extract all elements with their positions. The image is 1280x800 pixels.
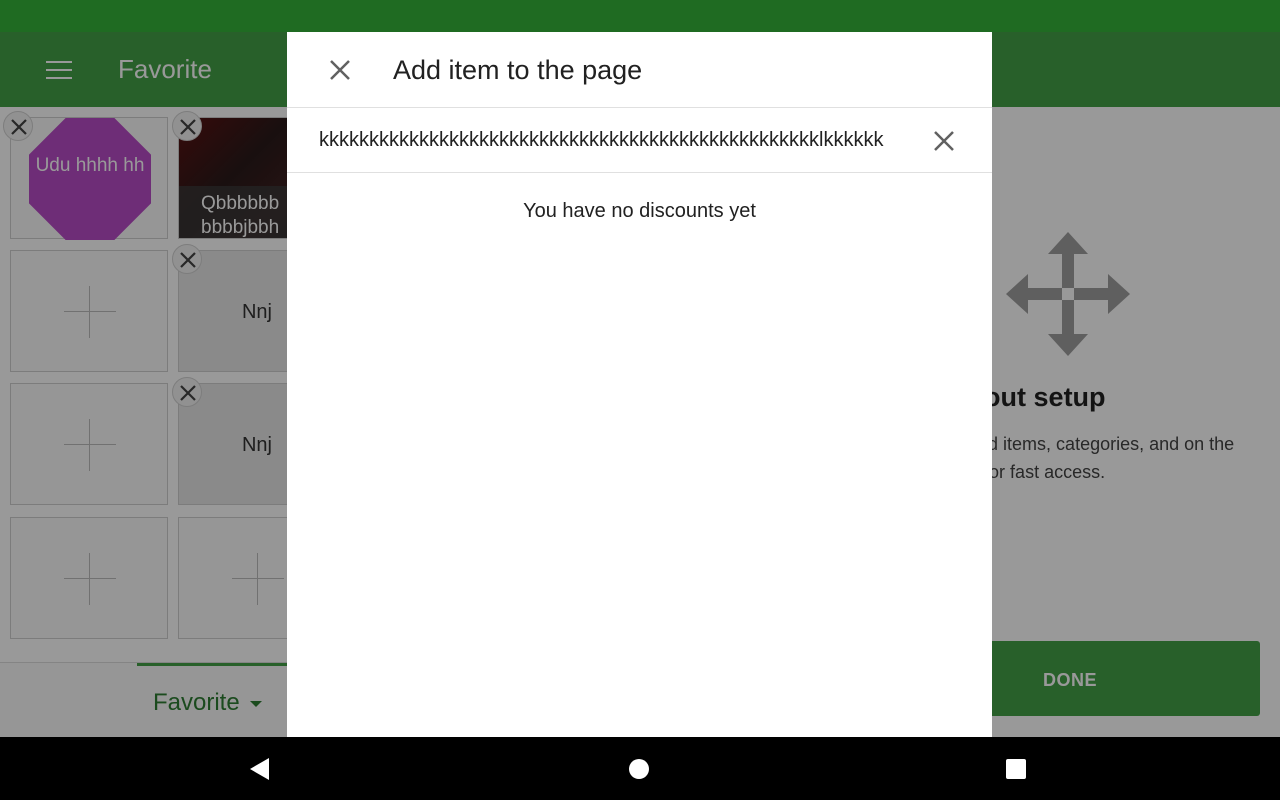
- search-input[interactable]: [319, 126, 909, 154]
- add-item-dialog: Add item to the page You have no discoun…: [287, 32, 992, 737]
- search-row: [287, 108, 992, 173]
- empty-state-message: You have no discounts yet: [523, 200, 756, 222]
- dialog-header: Add item to the page: [287, 32, 992, 108]
- dialog-title: Add item to the page: [393, 55, 643, 85]
- clear-search-button[interactable]: [931, 128, 957, 154]
- system-nav-bar: [0, 737, 1280, 800]
- home-icon[interactable]: [629, 759, 649, 779]
- recents-icon[interactable]: [1006, 759, 1026, 779]
- close-dialog-button[interactable]: [327, 57, 353, 83]
- back-icon[interactable]: [250, 758, 269, 780]
- status-bar: [0, 0, 1280, 32]
